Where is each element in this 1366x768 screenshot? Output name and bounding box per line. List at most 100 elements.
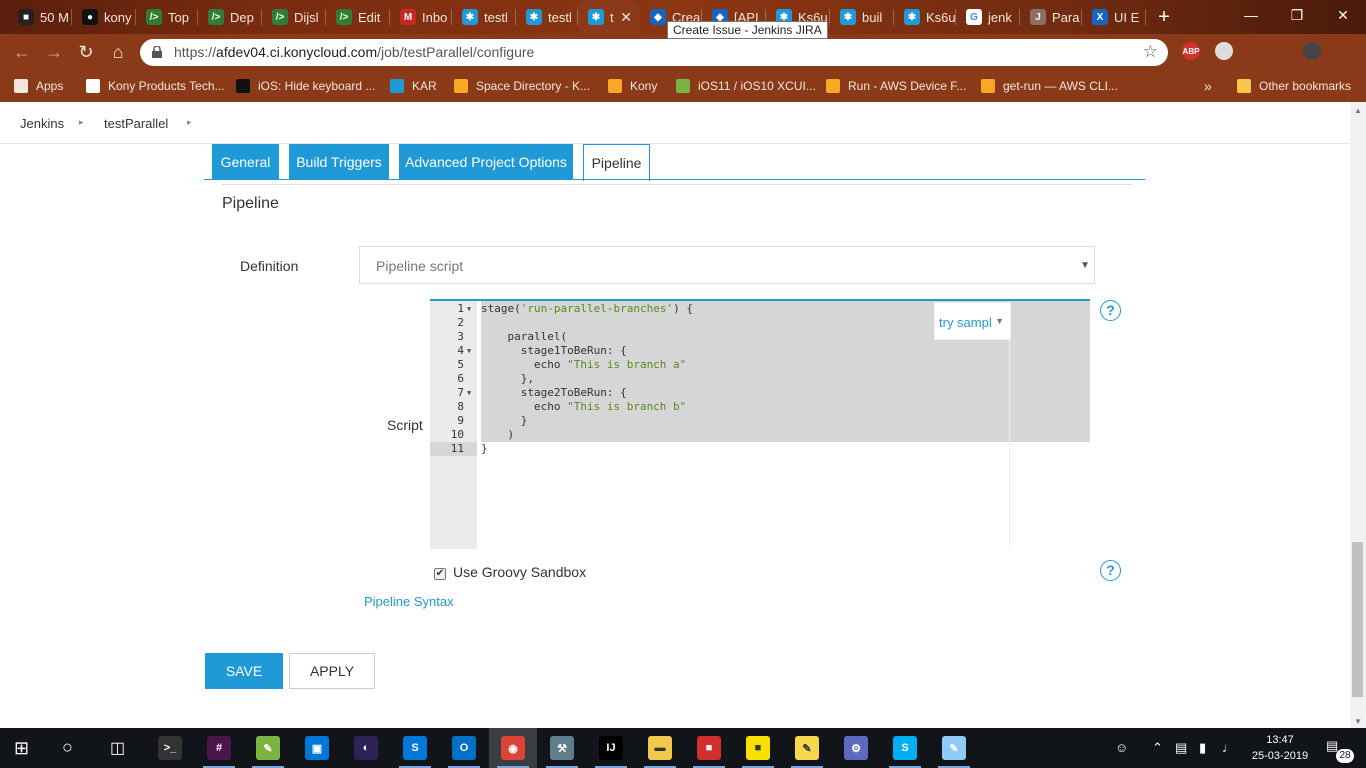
code-line[interactable]: 9 } <box>430 414 1090 428</box>
people-icon[interactable]: ☺ <box>1115 740 1128 755</box>
bookmark-item[interactable]: KAR <box>390 77 437 95</box>
code-string: "This is branch a" <box>567 358 687 371</box>
bookmark-item[interactable]: Apps <box>14 77 63 95</box>
tab-general[interactable]: General <box>212 144 279 180</box>
bookmarks-overflow-icon[interactable]: » <box>1204 77 1212 95</box>
bookmark-star-icon[interactable]: ☆ <box>1143 42 1158 62</box>
tab-pipeline[interactable]: Pipeline <box>583 144 650 181</box>
code-line[interactable]: 11} <box>430 442 1090 456</box>
bookmark-item[interactable]: Run - AWS Device F... <box>826 77 966 95</box>
taskbar-xcode-icon[interactable]: ⚒ <box>550 736 574 760</box>
close-window-button[interactable]: ✕ <box>1320 0 1366 30</box>
script-help-icon[interactable]: ? <box>1100 300 1121 321</box>
code-line[interactable]: 7 ▼ stage2ToBeRun: { <box>430 386 1090 400</box>
breadcrumb-arrow-icon[interactable]: ▸ <box>187 117 192 128</box>
bookmark-item[interactable]: Kony <box>608 77 657 95</box>
browser-tab[interactable]: /> Dep <box>198 0 262 34</box>
code-line[interactable]: 5 echo "This is branch a" <box>430 358 1090 372</box>
adblock-icon[interactable]: ABP <box>1182 42 1200 60</box>
taskbar-app2-icon[interactable]: ⚙ <box>844 736 868 760</box>
code-token: stage( <box>481 302 521 315</box>
sandbox-help-icon[interactable]: ? <box>1100 560 1121 581</box>
browser-tab[interactable]: /> Top <box>136 0 198 34</box>
task-view-icon[interactable]: ◫ <box>110 738 125 758</box>
code-line[interactable]: 10 ) <box>430 428 1090 442</box>
taskbar-skype-business-icon[interactable]: S <box>403 736 427 760</box>
bookmark-item[interactable]: iOS: Hide keyboard ... <box>236 77 375 95</box>
taskbar-cmd-icon[interactable]: >_ <box>158 736 182 760</box>
fold-arrow-icon[interactable]: ▼ <box>467 302 471 316</box>
bookmark-item[interactable]: Kony Products Tech... <box>86 77 225 95</box>
close-tab-icon[interactable]: ✕ <box>620 9 632 26</box>
network-icon[interactable]: ▤ <box>1175 740 1187 756</box>
stackoverflow-icon <box>676 79 690 93</box>
taskbar-skype-icon[interactable]: S <box>893 736 917 760</box>
breadcrumb-arrow-icon[interactable]: ▸ <box>79 117 84 128</box>
taskbar-stickynotes-icon[interactable]: ■ <box>746 736 770 760</box>
browser-tab[interactable]: ✱ testl <box>516 0 578 34</box>
tab-build-triggers[interactable]: Build Triggers <box>289 144 389 180</box>
tab-advanced-project-options[interactable]: Advanced Project Options <box>399 144 573 180</box>
taskbar-notepad-icon[interactable]: ✎ <box>795 736 819 760</box>
home-button[interactable]: ⌂ <box>106 40 130 64</box>
other-bookmarks[interactable]: Other bookmarks <box>1237 77 1351 95</box>
taskbar-app-icon[interactable]: ■ <box>697 736 721 760</box>
browser-tab[interactable]: ■ 50 M <box>8 0 72 34</box>
groovy-sandbox-checkbox[interactable]: ✔ <box>434 568 446 580</box>
browser-tab[interactable]: ✱ t ✕ <box>578 0 640 34</box>
taskbar-slack-icon[interactable]: # <box>207 736 231 760</box>
fold-arrow-icon[interactable]: ▼ <box>467 386 471 400</box>
scrollbar-thumb[interactable] <box>1352 542 1363 697</box>
taskbar-notes-icon[interactable]: ✎ <box>256 736 280 760</box>
bookmark-item[interactable]: get-run — AWS CLI... <box>981 77 1118 95</box>
windows-start-icon[interactable]: ⊞ <box>14 738 29 759</box>
try-sample-dropdown[interactable]: try sampl ▼ <box>934 302 1011 340</box>
taskbar-paint-icon[interactable]: ✎ <box>942 736 966 760</box>
browser-tab[interactable]: X UI E <box>1082 0 1146 34</box>
browser-tab[interactable]: ● kony <box>72 0 136 34</box>
volume-icon[interactable]: ♩ <box>1222 740 1235 755</box>
cortana-icon[interactable]: ○ <box>62 737 73 758</box>
profile-avatar-icon[interactable] <box>1303 42 1321 60</box>
new-tab-button[interactable]: + <box>1153 6 1175 28</box>
taskbar-chrome-icon[interactable]: ◉ <box>501 736 525 760</box>
breadcrumb-jenkins[interactable]: Jenkins <box>20 116 64 131</box>
browser-tab[interactable]: ✱ Ks6u <box>894 0 956 34</box>
browser-tab[interactable]: ✱ testl <box>452 0 516 34</box>
forward-button[interactable]: → <box>42 40 66 64</box>
scroll-down-icon[interactable]: ▼ <box>1354 717 1362 726</box>
code-line[interactable]: 6 }, <box>430 372 1090 386</box>
browser-tab[interactable]: Gjenk <box>956 0 1020 34</box>
taskbar-outlook-icon[interactable]: O <box>452 736 476 760</box>
extension-circle-icon[interactable] <box>1215 42 1233 60</box>
scroll-up-icon[interactable]: ▲ <box>1354 106 1362 115</box>
chevron-up-icon[interactable]: ⌃ <box>1152 740 1163 756</box>
taskbar-intellij-icon[interactable]: IJ <box>599 736 623 760</box>
browser-tab[interactable]: /> Edit <box>326 0 390 34</box>
browser-tab[interactable]: ✱ buil <box>830 0 894 34</box>
code-line[interactable]: 8 echo "This is branch b" <box>430 400 1090 414</box>
battery-icon[interactable]: ▮ <box>1199 740 1206 756</box>
browser-tab[interactable]: /> Dijsl <box>262 0 326 34</box>
back-button[interactable]: ← <box>10 40 34 64</box>
reload-button[interactable]: ↻ <box>74 40 98 64</box>
save-button[interactable]: SAVE <box>205 653 283 689</box>
address-bar[interactable]: https://afdev04.ci.konycloud.com/job/tes… <box>140 39 1168 66</box>
bookmark-item[interactable]: Space Directory - K... <box>454 77 590 95</box>
browser-tab[interactable]: M Inbo <box>390 0 452 34</box>
bookmark-item[interactable]: iOS11 / iOS10 XCUI... <box>676 77 816 95</box>
taskbar-eclipse-icon[interactable]: ◐ <box>354 736 378 760</box>
taskbar-explorer-icon[interactable]: ▬ <box>648 736 672 760</box>
taskbar-store-icon[interactable]: ▣ <box>305 736 329 760</box>
page-scrollbar[interactable]: ▲ ▼ <box>1350 102 1366 728</box>
definition-select[interactable]: Pipeline script ▼ <box>359 246 1095 284</box>
fold-arrow-icon[interactable]: ▼ <box>467 344 471 358</box>
apply-button[interactable]: APPLY <box>289 653 375 689</box>
maximize-button[interactable]: ❐ <box>1274 0 1320 30</box>
browser-tab[interactable]: J Para <box>1020 0 1082 34</box>
minimize-button[interactable]: — <box>1228 0 1274 30</box>
clock[interactable]: 13:47 25-03-2019 <box>1250 732 1310 764</box>
breadcrumb-testparallel[interactable]: testParallel <box>104 116 168 131</box>
code-line[interactable]: 4 ▼ stage1ToBeRun: { <box>430 344 1090 358</box>
pipeline-syntax-link[interactable]: Pipeline Syntax <box>364 594 454 609</box>
